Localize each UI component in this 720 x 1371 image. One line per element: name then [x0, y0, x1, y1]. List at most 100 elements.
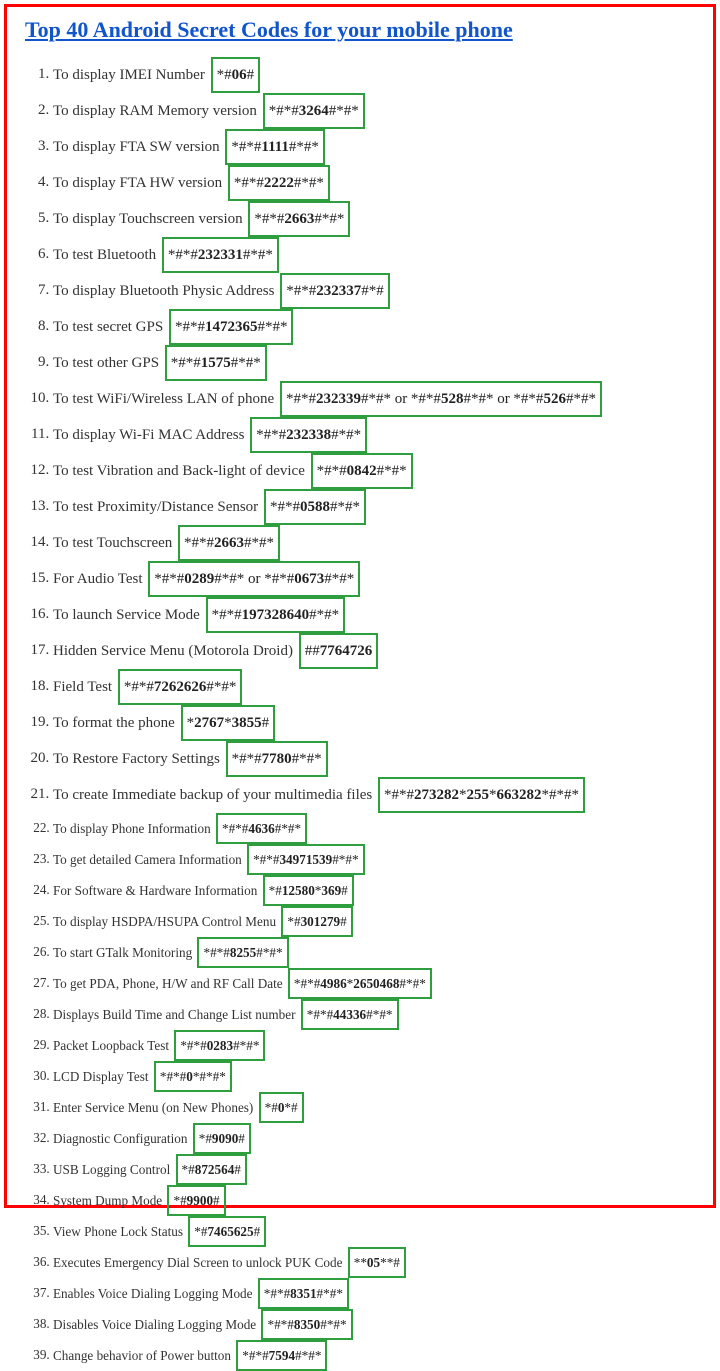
list-item: System Dump Mode *#9900# [53, 1185, 705, 1216]
list-item: To test secret GPS *#*#1472365#*#* [53, 309, 705, 345]
list-item: Enables Voice Dialing Logging Mode *#*#8… [53, 1278, 705, 1309]
page-title[interactable]: Top 40 Android Secret Codes for your mob… [25, 17, 705, 43]
secret-code: *2767*3855# [181, 705, 276, 741]
list-item: To display Bluetooth Physic Address *#*#… [53, 273, 705, 309]
secret-code: *#9900# [167, 1185, 225, 1216]
list-item: To display Wi-Fi MAC Address *#*#232338#… [53, 417, 705, 453]
list-item: To start GTalk Monitoring *#*#8255#*#* [53, 937, 705, 968]
item-description: To test Proximity/Distance Sensor [53, 499, 262, 515]
secret-code: *#872564# [176, 1154, 247, 1185]
secret-code: *#*#7262626#*#* [118, 669, 243, 705]
item-description: To test Bluetooth [53, 247, 160, 263]
item-description: To display Touchscreen version [53, 211, 246, 227]
secret-code: *#*#8255#*#* [197, 937, 288, 968]
secret-code: *#*#232339#*#* or *#*#528#*#* or *#*#526… [280, 381, 602, 417]
item-description: To create Immediate backup of your multi… [53, 787, 376, 803]
list-item: To launch Service Mode *#*#197328640#*#* [53, 597, 705, 633]
codes-list: To display IMEI Number *#06#To display R… [53, 57, 705, 1371]
secret-code: *#*#2663#*#* [248, 201, 350, 237]
item-description: LCD Display Test [53, 1069, 152, 1084]
list-item: To display FTA HW version *#*#2222#*#* [53, 165, 705, 201]
secret-code: *#9090# [193, 1123, 251, 1154]
secret-code: *#*#8350#*#* [261, 1309, 352, 1340]
item-description: System Dump Mode [53, 1193, 165, 1208]
item-description: To display IMEI Number [53, 67, 209, 83]
item-description: To get detailed Camera Information [53, 852, 245, 867]
secret-code: *#*#1575#*#* [165, 345, 267, 381]
item-description: View Phone Lock Status [53, 1224, 186, 1239]
secret-code: *#7465625# [188, 1216, 266, 1247]
item-description: To test secret GPS [53, 319, 167, 335]
item-description: Diagnostic Configuration [53, 1131, 191, 1146]
item-description: Field Test [53, 679, 116, 695]
list-item: To Restore Factory Settings *#*#7780#*#* [53, 741, 705, 777]
item-description: To format the phone [53, 715, 179, 731]
secret-code: *#*#3264#*#* [263, 93, 365, 129]
list-item: To display FTA SW version *#*#1111#*#* [53, 129, 705, 165]
secret-code: ##7764726 [299, 633, 379, 669]
item-description: Disables Voice Dialing Logging Mode [53, 1317, 259, 1332]
secret-code: *#*#232338#*#* [250, 417, 367, 453]
list-item: Change behavior of Power button *#*#7594… [53, 1340, 705, 1371]
item-description: To display HSDPA/HSUPA Control Menu [53, 914, 279, 929]
secret-code: *#*#1472365#*#* [169, 309, 294, 345]
list-item: View Phone Lock Status *#7465625# [53, 1216, 705, 1247]
item-description: For Software & Hardware Information [53, 883, 261, 898]
secret-code: *#*#273282*255*663282*#*#* [378, 777, 585, 813]
list-item: To get PDA, Phone, H/W and RF Call Date … [53, 968, 705, 999]
item-description: To start GTalk Monitoring [53, 945, 195, 960]
item-description: To get PDA, Phone, H/W and RF Call Date [53, 976, 286, 991]
item-description: To display RAM Memory version [53, 103, 261, 119]
list-item: To display HSDPA/HSUPA Control Menu *#30… [53, 906, 705, 937]
list-item: To test other GPS *#*#1575#*#* [53, 345, 705, 381]
list-item: Enter Service Menu (on New Phones) *#0*# [53, 1092, 705, 1123]
secret-code: *#06# [211, 57, 261, 93]
list-item: For Software & Hardware Information *#12… [53, 875, 705, 906]
item-description: To display FTA HW version [53, 175, 226, 191]
document-frame: Top 40 Android Secret Codes for your mob… [4, 4, 716, 1208]
list-item: To test Vibration and Back-light of devi… [53, 453, 705, 489]
secret-code: *#*#2663#*#* [178, 525, 280, 561]
item-description: To test Touchscreen [53, 535, 176, 551]
secret-code: *#*#0842#*#* [311, 453, 413, 489]
item-description: Enables Voice Dialing Logging Mode [53, 1286, 256, 1301]
item-description: To test other GPS [53, 355, 163, 371]
item-description: Hidden Service Menu (Motorola Droid) [53, 643, 297, 659]
list-item: Disables Voice Dialing Logging Mode *#*#… [53, 1309, 705, 1340]
list-item: Executes Emergency Dial Screen to unlock… [53, 1247, 705, 1278]
item-description: To display Wi-Fi MAC Address [53, 427, 248, 443]
list-item: To display Phone Information *#*#4636#*#… [53, 813, 705, 844]
secret-code: *#*#232337#*# [280, 273, 390, 309]
secret-code: *#*#34971539#*#* [247, 844, 365, 875]
item-description: To test Vibration and Back-light of devi… [53, 463, 309, 479]
list-item: To format the phone *2767*3855# [53, 705, 705, 741]
secret-code: *#*#0588#*#* [264, 489, 366, 525]
item-description: Enter Service Menu (on New Phones) [53, 1100, 257, 1115]
list-item: To display RAM Memory version *#*#3264#*… [53, 93, 705, 129]
list-item: To test WiFi/Wireless LAN of phone *#*#2… [53, 381, 705, 417]
secret-code: *#301279# [281, 906, 352, 937]
list-item: To create Immediate backup of your multi… [53, 777, 705, 813]
item-description: Executes Emergency Dial Screen to unlock… [53, 1255, 346, 1270]
list-item: Field Test *#*#7262626#*#* [53, 669, 705, 705]
secret-code: *#*#7780#*#* [226, 741, 328, 777]
item-description: Displays Build Time and Change List numb… [53, 1007, 299, 1022]
secret-code: *#*#4986*2650468#*#* [288, 968, 432, 999]
list-item: LCD Display Test *#*#0*#*#* [53, 1061, 705, 1092]
item-description: For Audio Test [53, 571, 146, 587]
item-description: Change behavior of Power button [53, 1348, 234, 1363]
item-description: To Restore Factory Settings [53, 751, 224, 767]
secret-code: *#*#44336#*#* [301, 999, 399, 1030]
list-item: To display Touchscreen version *#*#2663#… [53, 201, 705, 237]
list-item: USB Logging Control *#872564# [53, 1154, 705, 1185]
item-description: Packet Loopback Test [53, 1038, 172, 1053]
secret-code: *#*#7594#*#* [236, 1340, 327, 1371]
secret-code: *#*#1111#*#* [225, 129, 325, 165]
list-item: To test Bluetooth *#*#232331#*#* [53, 237, 705, 273]
secret-code: *#*#4636#*#* [216, 813, 307, 844]
item-description: To display FTA SW version [53, 139, 223, 155]
item-description: To launch Service Mode [53, 607, 204, 623]
list-item: Hidden Service Menu (Motorola Droid) ##7… [53, 633, 705, 669]
secret-code: *#*#0283#*#* [174, 1030, 265, 1061]
secret-code: *#*#0*#*#* [154, 1061, 232, 1092]
